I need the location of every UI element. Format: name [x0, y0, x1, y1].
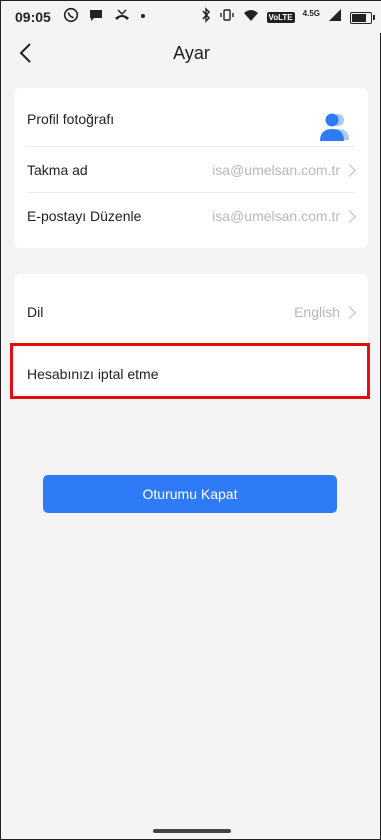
email-value: isa@umelsan.com.tr: [212, 208, 340, 224]
wifi-icon: [243, 7, 259, 28]
chevron-right-icon: [343, 305, 356, 319]
status-time: 09:05: [15, 9, 51, 25]
cancel-account-row[interactable]: Hesabınızı iptal etme: [14, 351, 368, 397]
volte-badge: VoLTE: [266, 12, 295, 23]
notification-icons: [63, 7, 146, 28]
status-bar: 09:05 VoLTE 4.5G: [1, 1, 381, 33]
language-row[interactable]: Dil English: [14, 289, 368, 335]
cancel-account-label: Hesabınızı iptal etme: [27, 366, 159, 382]
edit-email-label: E-postayı Düzenle: [27, 208, 142, 224]
nickname-row[interactable]: Takma ad isa@umelsan.com.tr: [14, 147, 368, 193]
bluetooth-icon: [201, 7, 211, 28]
message-icon: [88, 7, 104, 28]
profile-photo-row[interactable]: Profil fotoğrafı: [14, 96, 368, 142]
home-indicator[interactable]: [153, 829, 231, 833]
network-type: 4.5G: [302, 9, 320, 18]
language-label: Dil: [27, 304, 44, 320]
app-header: Ayar: [1, 33, 381, 75]
battery-icon: [350, 11, 375, 24]
dot-icon: [140, 7, 146, 28]
general-settings-card: Dil English Hesabınızı iptal etme: [14, 274, 368, 394]
signal-icon: [328, 7, 342, 28]
nickname-value: isa@umelsan.com.tr: [212, 162, 340, 178]
nickname-label: Takma ad: [27, 162, 88, 178]
user-avatar-icon[interactable]: [318, 110, 350, 142]
edit-email-row[interactable]: E-postayı Düzenle isa@umelsan.com.tr: [14, 193, 368, 239]
chevron-right-icon: [343, 163, 356, 177]
account-settings-card: Profil fotoğrafı Takma ad isa@umelsan.co…: [14, 88, 368, 248]
system-icons: VoLTE 4.5G: [201, 7, 375, 28]
whatsapp-icon: [63, 7, 79, 28]
chevron-right-icon: [343, 209, 356, 223]
logout-button[interactable]: Oturumu Kapat: [43, 475, 337, 513]
missed-call-icon: [113, 7, 131, 28]
language-value: English: [294, 304, 340, 320]
page-title: Ayar: [173, 43, 210, 63]
vibrate-icon: [219, 7, 235, 28]
battery-fill: [352, 13, 366, 22]
profile-photo-label: Profil fotoğrafı: [27, 111, 115, 127]
